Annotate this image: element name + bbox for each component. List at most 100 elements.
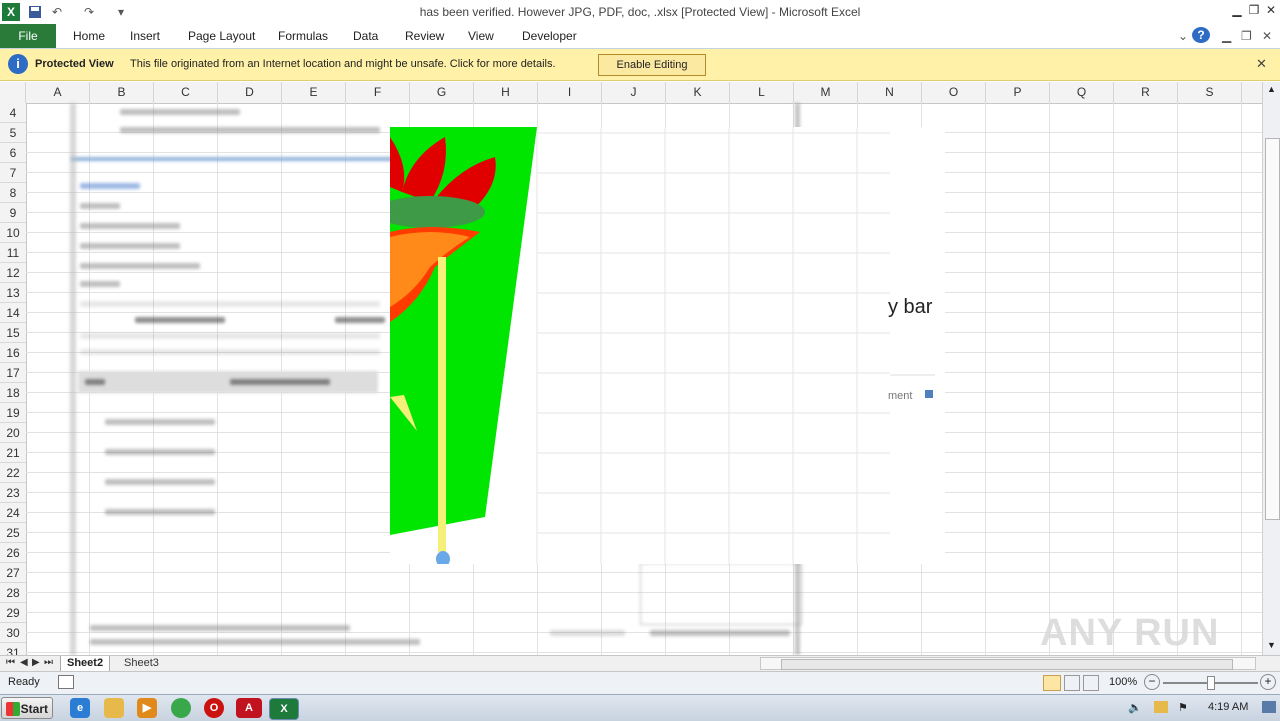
page-layout-view-icon[interactable] — [1064, 675, 1080, 691]
tab-page-layout[interactable]: Page Layout — [184, 24, 259, 48]
column-header-l[interactable]: L — [730, 82, 794, 103]
restore-workbook-icon[interactable]: ❐ — [1237, 24, 1256, 48]
protected-view-message[interactable]: This file originated from an Internet lo… — [130, 58, 556, 70]
row-header-15[interactable]: 15 — [0, 323, 26, 343]
row-header-19[interactable]: 19 — [0, 403, 26, 423]
sheet-tab-sheet2[interactable]: Sheet2 — [60, 656, 111, 672]
restore-button[interactable]: ❐ — [1245, 2, 1263, 18]
row-header-22[interactable]: 22 — [0, 463, 26, 483]
volume-icon[interactable]: 🔈 — [1128, 701, 1142, 714]
vertical-scrollbar[interactable]: ▲ ▼ — [1262, 82, 1280, 655]
prev-sheet-icon[interactable]: ◀ — [20, 657, 28, 668]
tab-view[interactable]: View — [464, 24, 498, 48]
zoom-level[interactable]: 100% — [1109, 676, 1137, 688]
taskbar-clock[interactable]: 4:19 AM — [1208, 701, 1248, 713]
minimize-button[interactable]: ▁ — [1228, 2, 1246, 18]
column-header-i[interactable]: I — [538, 82, 602, 103]
row-header-13[interactable]: 13 — [0, 283, 26, 303]
column-header-f[interactable]: F — [346, 82, 410, 103]
row-header-17[interactable]: 17 — [0, 363, 26, 383]
column-header-s[interactable]: S — [1178, 82, 1242, 103]
row-header-24[interactable]: 24 — [0, 503, 26, 523]
flag-icon[interactable]: ⚑ — [1178, 701, 1188, 714]
row-header-9[interactable]: 9 — [0, 203, 26, 223]
first-sheet-icon[interactable]: ⏮ — [6, 657, 15, 668]
tab-file[interactable]: File — [0, 24, 56, 48]
zoom-in-icon[interactable]: + — [1260, 674, 1276, 690]
row-header-20[interactable]: 20 — [0, 423, 26, 443]
media-player-icon[interactable]: ▶ — [137, 698, 157, 718]
macro-record-icon[interactable] — [58, 675, 74, 689]
row-header-12[interactable]: 12 — [0, 263, 26, 283]
row-header-18[interactable]: 18 — [0, 383, 26, 403]
tab-insert[interactable]: Insert — [126, 24, 164, 48]
row-header-23[interactable]: 23 — [0, 483, 26, 503]
row-header-25[interactable]: 25 — [0, 523, 26, 543]
folder-icon[interactable] — [104, 698, 124, 718]
row-header-30[interactable]: 30 — [0, 623, 26, 643]
tab-review[interactable]: Review — [401, 24, 448, 48]
close-workbook-icon[interactable]: ✕ — [1258, 24, 1276, 48]
column-header-g[interactable]: G — [410, 82, 474, 103]
row-header-10[interactable]: 10 — [0, 223, 26, 243]
horizontal-scrollbar[interactable] — [760, 657, 1256, 670]
horizontal-scroll-thumb[interactable] — [781, 659, 1233, 670]
row-header-26[interactable]: 26 — [0, 543, 26, 563]
tab-data[interactable]: Data — [349, 24, 382, 48]
sheet-tab-sheet3[interactable]: Sheet3 — [118, 656, 165, 671]
enable-editing-button[interactable]: Enable Editing — [598, 54, 706, 76]
internet-explorer-icon[interactable]: e — [70, 698, 90, 718]
tab-developer[interactable]: Developer — [518, 24, 581, 48]
chrome-icon[interactable] — [171, 698, 191, 718]
zoom-out-icon[interactable]: − — [1144, 674, 1160, 690]
row-header-6[interactable]: 6 — [0, 143, 26, 163]
row-header-27[interactable]: 27 — [0, 563, 26, 583]
row-header-4[interactable]: 4 — [0, 103, 26, 123]
row-header-28[interactable]: 28 — [0, 583, 26, 603]
excel-taskbar-icon[interactable]: X — [269, 698, 299, 720]
row-header-14[interactable]: 14 — [0, 303, 26, 323]
row-header-29[interactable]: 29 — [0, 603, 26, 623]
column-header-j[interactable]: J — [602, 82, 666, 103]
tab-formulas[interactable]: Formulas — [274, 24, 332, 48]
help-icon[interactable]: ? — [1192, 27, 1210, 43]
scroll-down-icon[interactable]: ▼ — [1267, 640, 1276, 650]
embedded-chart-image[interactable]: y bar ment — [375, 127, 945, 567]
column-header-c[interactable]: C — [154, 82, 218, 103]
column-header-m[interactable]: M — [794, 82, 858, 103]
column-header-a[interactable]: A — [26, 82, 90, 103]
network-icon[interactable] — [1154, 701, 1168, 713]
zoom-slider-thumb[interactable] — [1207, 676, 1215, 690]
scroll-up-icon[interactable]: ▲ — [1267, 84, 1276, 94]
column-header-d[interactable]: D — [218, 82, 282, 103]
row-header-8[interactable]: 8 — [0, 183, 26, 203]
column-header-k[interactable]: K — [666, 82, 730, 103]
select-all-corner[interactable] — [0, 82, 26, 103]
close-button[interactable]: ✕ — [1262, 2, 1280, 18]
ribbon-collapse-icon[interactable]: ⌄ — [1174, 24, 1192, 48]
row-header-21[interactable]: 21 — [0, 443, 26, 463]
row-header-7[interactable]: 7 — [0, 163, 26, 183]
acrobat-icon[interactable]: A — [236, 698, 262, 718]
column-header-n[interactable]: N — [858, 82, 922, 103]
show-desktop-icon[interactable] — [1262, 701, 1276, 713]
close-icon[interactable]: ✕ — [1256, 56, 1267, 72]
start-button[interactable]: Start — [1, 697, 53, 719]
next-sheet-icon[interactable]: ▶ — [32, 657, 40, 668]
row-header-5[interactable]: 5 — [0, 123, 26, 143]
tab-home[interactable]: Home — [69, 24, 109, 48]
column-header-o[interactable]: O — [922, 82, 986, 103]
last-sheet-icon[interactable]: ⏭ — [44, 657, 53, 668]
column-header-h[interactable]: H — [474, 82, 538, 103]
column-header-r[interactable]: R — [1114, 82, 1178, 103]
vertical-scroll-thumb[interactable] — [1265, 138, 1280, 520]
row-header-11[interactable]: 11 — [0, 243, 26, 263]
column-header-p[interactable]: P — [986, 82, 1050, 103]
row-header-16[interactable]: 16 — [0, 343, 26, 363]
column-header-e[interactable]: E — [282, 82, 346, 103]
minimize-workbook-icon[interactable]: ▁ — [1218, 24, 1235, 48]
column-header-q[interactable]: Q — [1050, 82, 1114, 103]
normal-view-icon[interactable] — [1043, 675, 1061, 691]
page-break-view-icon[interactable] — [1083, 675, 1099, 691]
column-header-b[interactable]: B — [90, 82, 154, 103]
